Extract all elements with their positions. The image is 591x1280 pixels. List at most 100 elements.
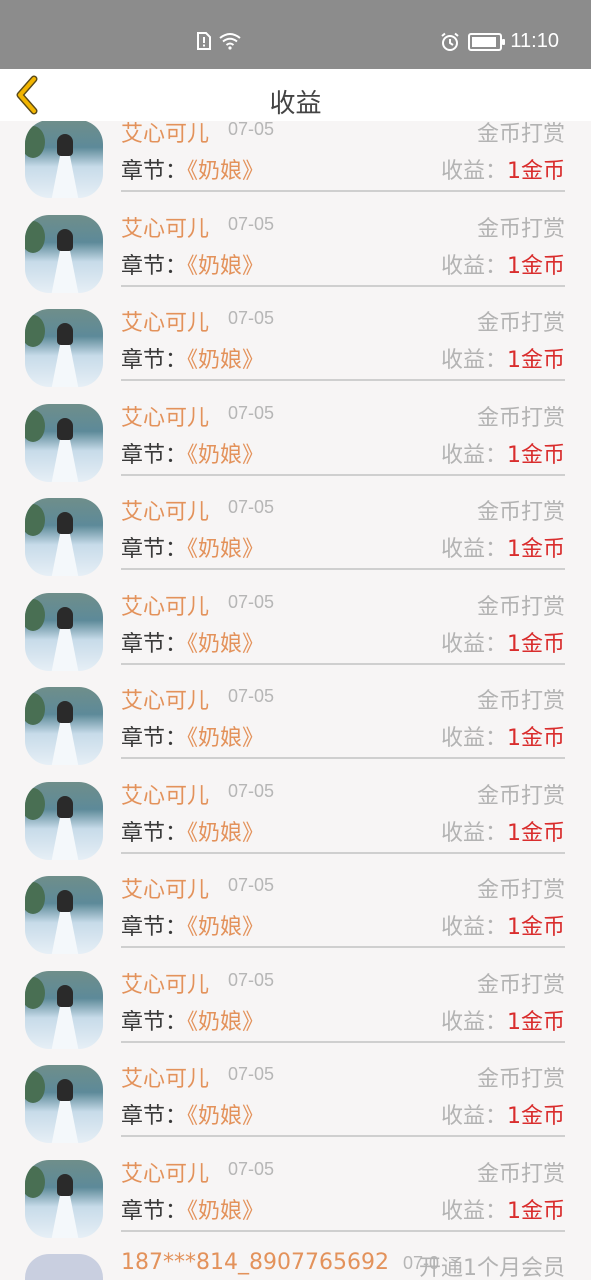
record-date: 07-05 <box>228 1064 275 1084</box>
user-name[interactable]: 艾心可儿 <box>121 1061 209 1093</box>
income-list[interactable]: 艾心可儿 07-05 金币打赏 章节：《奶娘》 收益：1金币 艾心可儿 07-0… <box>0 121 591 1280</box>
income-amount: 收益：1金币 <box>441 1004 565 1036</box>
income-type: 金币打赏 <box>476 1067 565 1092</box>
income-type: 金币打赏 <box>476 1161 565 1187</box>
user-name[interactable]: 艾心可儿 <box>121 683 209 715</box>
chapter-name[interactable]: 《奶娘》 <box>187 915 264 940</box>
user-avatar[interactable] <box>25 309 103 387</box>
income-record[interactable]: 艾心可儿 07-05 金币打赏 章节：《奶娘》 收益：1金币 <box>0 193 591 293</box>
user-name[interactable]: 艾心可儿 <box>121 211 209 243</box>
chapter-name[interactable]: 《奶娘》 <box>187 1199 264 1224</box>
income-value: 1金币 <box>507 1198 565 1224</box>
user-name[interactable]: 艾心可儿 <box>121 400 209 432</box>
chapter-name[interactable]: 《奶娘》 <box>187 821 264 846</box>
user-avatar[interactable] <box>25 781 103 860</box>
user-name[interactable]: 艾心可儿 <box>121 494 209 526</box>
chapter-name[interactable]: 《奶娘》 <box>187 254 264 279</box>
user-avatar[interactable] <box>25 1065 103 1143</box>
chapter-name[interactable]: 《奶娘》 <box>187 443 264 468</box>
income-record[interactable]: 艾心可儿 07-05 金币打赏 章节：《奶娘》 收益：1金币 <box>0 571 591 671</box>
income-value: 1金币 <box>507 915 565 940</box>
income-amount: 收益：1金币 <box>441 437 565 469</box>
income-record[interactable]: 艾心可儿 07-05 金币打赏 章节：《奶娘》 收益：1金币 <box>0 1043 591 1143</box>
chapter-label: 章节： <box>121 726 188 751</box>
income-record[interactable]: 艾心可儿 07-05 金币打赏 章节：《奶娘》 收益：1金币 <box>0 949 591 1049</box>
user-avatar[interactable] <box>25 1254 103 1280</box>
record-date: 07-05 <box>228 308 275 328</box>
user-name[interactable]: 187***814_8907765692 <box>121 1250 389 1275</box>
income-label: 收益： <box>440 159 507 184</box>
chapter-name[interactable]: 《奶娘》 <box>187 632 264 657</box>
user-name[interactable]: 艾心可儿 <box>121 778 209 810</box>
user-name[interactable]: 艾心可儿 <box>121 967 209 999</box>
income-label: 收益： <box>440 348 507 373</box>
user-name[interactable]: 艾心可儿 <box>121 872 209 904</box>
income-value: 1金币 <box>507 348 565 373</box>
income-record[interactable]: 艾心可儿 07-05 金币打赏 章节：《奶娘》 收益：1金币 <box>0 854 591 954</box>
wifi-icon <box>219 33 241 50</box>
chapter-label: 章节： <box>121 631 188 657</box>
income-record[interactable]: 艾心可儿 07-05 金币打赏 章节：《奶娘》 收益：1金币 <box>0 760 591 860</box>
chapter-name[interactable]: 《奶娘》 <box>187 537 264 562</box>
user-name[interactable]: 艾心可儿 <box>121 1156 209 1188</box>
battery-level <box>472 36 496 47</box>
chapter-name[interactable]: 《奶娘》 <box>187 1010 264 1035</box>
income-type: 金币打赏 <box>476 311 565 336</box>
income-record[interactable]: 艾心可儿 07-05 金币打赏 章节：《奶娘》 收益：1金币 <box>0 121 591 198</box>
income-type: 开通1个月会员 <box>419 1256 565 1280</box>
income-type: 金币打赏 <box>476 216 565 242</box>
income-record[interactable]: 艾心可儿 07-05 金币打赏 章节：《奶娘》 收益：1金币 <box>0 382 591 482</box>
chapter-label: 章节： <box>121 915 188 940</box>
income-record[interactable]: 187***814_8907765692 07-0 开通1个月会员 <box>0 1232 591 1280</box>
chapter-label: 章节： <box>121 820 188 846</box>
chapter-name[interactable]: 《奶娘》 <box>187 726 264 751</box>
income-type: 金币打赏 <box>476 594 565 620</box>
user-avatar[interactable] <box>25 214 103 293</box>
income-record[interactable]: 艾心可儿 07-05 金币打赏 章节：《奶娘》 收益：1金币 <box>0 1138 591 1238</box>
battery-icon <box>468 32 506 51</box>
income-record[interactable]: 艾心可儿 07-05 金币打赏 章节：《奶娘》 收益：1金币 <box>0 287 591 387</box>
user-name[interactable]: 艾心可儿 <box>121 589 209 621</box>
user-avatar[interactable] <box>25 121 103 198</box>
user-avatar[interactable] <box>25 498 103 576</box>
income-label: 收益： <box>440 253 507 279</box>
user-avatar[interactable] <box>25 687 103 765</box>
chapter-name[interactable]: 《奶娘》 <box>187 348 264 373</box>
income-label: 收益： <box>440 726 507 751</box>
income-label: 收益： <box>440 820 507 846</box>
page-title: 收益 <box>269 89 322 119</box>
user-avatar[interactable] <box>25 876 103 954</box>
record-date: 07-05 <box>228 213 275 234</box>
header: 收益 <box>0 69 591 121</box>
record-date: 07-05 <box>228 402 275 423</box>
income-record[interactable]: 艾心可儿 07-05 金币打赏 章节：《奶娘》 收益：1金币 <box>0 476 591 576</box>
income-amount: 收益：1金币 <box>441 909 565 941</box>
income-label: 收益： <box>440 1198 507 1224</box>
chapter-label: 章节： <box>121 442 188 468</box>
user-avatar[interactable] <box>25 1159 103 1238</box>
user-name[interactable]: 艾心可儿 <box>121 121 209 148</box>
income-value: 1金币 <box>507 726 565 751</box>
income-label: 收益： <box>440 442 507 468</box>
chapter-name[interactable]: 《奶娘》 <box>187 159 264 184</box>
income-value: 1金币 <box>507 1104 565 1129</box>
income-amount: 收益：1金币 <box>441 626 565 658</box>
income-type: 金币打赏 <box>476 500 565 525</box>
record-date: 07-05 <box>228 591 275 612</box>
chapter-label: 章节： <box>121 537 188 562</box>
income-value: 1金币 <box>507 631 565 657</box>
clock: 11:10 <box>510 30 559 52</box>
income-amount: 收益：1金币 <box>441 342 565 374</box>
income-type: 金币打赏 <box>476 783 565 809</box>
sim-alert-icon <box>197 32 211 50</box>
income-record[interactable]: 艾心可儿 07-05 金币打赏 章节：《奶娘》 收益：1金币 <box>0 665 591 765</box>
user-avatar[interactable] <box>25 403 103 482</box>
chapter-name[interactable]: 《奶娘》 <box>187 1104 264 1129</box>
user-name[interactable]: 艾心可儿 <box>121 305 209 337</box>
record-date: 07-05 <box>228 497 275 517</box>
user-avatar[interactable] <box>25 592 103 671</box>
user-avatar[interactable] <box>25 970 103 1049</box>
income-value: 1金币 <box>507 1009 565 1035</box>
income-amount: 收益：1金币 <box>441 531 565 563</box>
income-amount: 收益：1金币 <box>441 153 565 185</box>
